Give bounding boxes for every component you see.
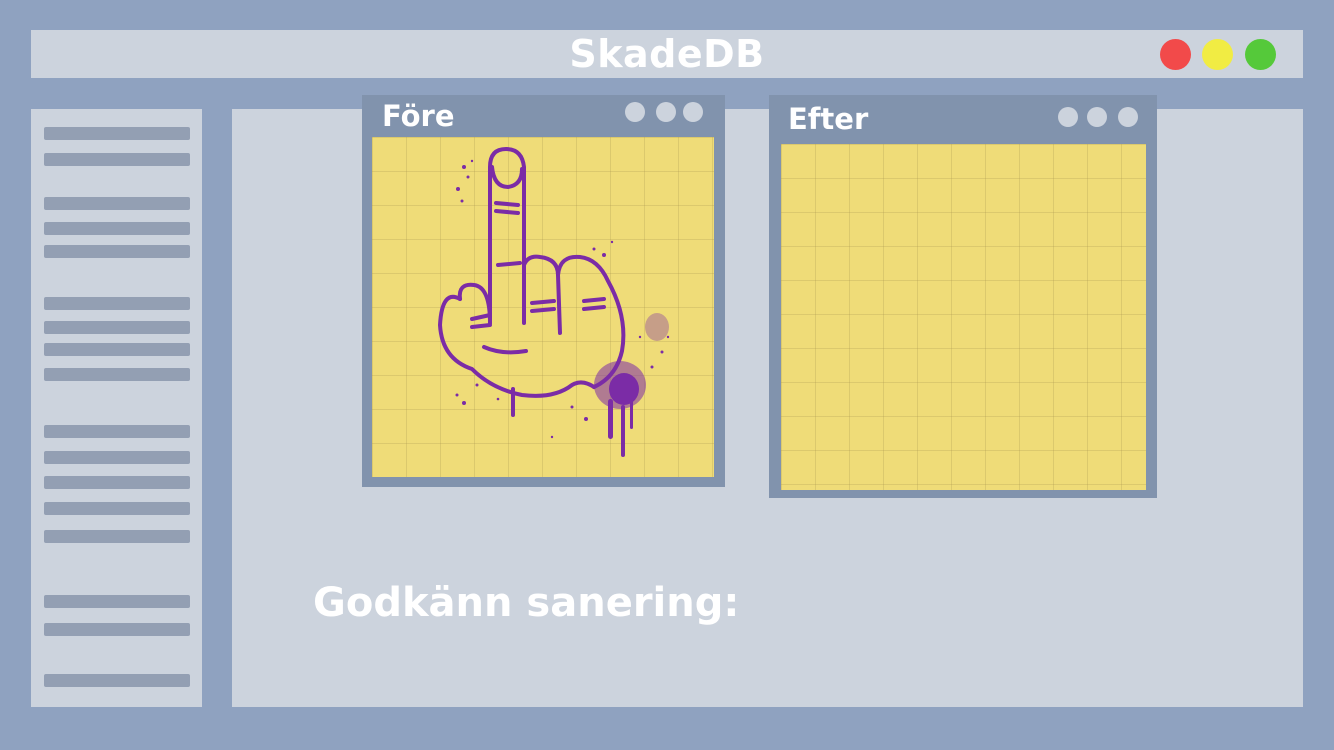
sidebar-placeholder-line[interactable] (44, 595, 190, 608)
approve-cleanup-label: Godkänn sanering: (313, 580, 740, 626)
sidebar-placeholder-line[interactable] (44, 245, 190, 258)
sidebar-placeholder-line[interactable] (44, 297, 190, 310)
panel-control-dot[interactable] (656, 102, 676, 122)
sidebar-placeholder-line[interactable] (44, 153, 190, 166)
sidebar-placeholder-line[interactable] (44, 502, 190, 515)
sidebar-placeholder-line[interactable] (44, 425, 190, 438)
graffiti-middle-finger-icon (438, 147, 670, 457)
close-window-button[interactable] (1160, 39, 1191, 70)
sidebar-placeholder-line[interactable] (44, 674, 190, 687)
sidebar-placeholder-line[interactable] (44, 476, 190, 489)
sidebar-placeholder-line[interactable] (44, 197, 190, 210)
maximize-window-button[interactable] (1245, 39, 1276, 70)
app-title: SkadeDB (569, 32, 765, 76)
sidebar-placeholder-line[interactable] (44, 127, 190, 140)
minimize-window-button[interactable] (1202, 39, 1233, 70)
sidebar (31, 109, 202, 707)
sidebar-placeholder-line[interactable] (44, 368, 190, 381)
sidebar-placeholder-line[interactable] (44, 222, 190, 235)
sidebar-placeholder-line[interactable] (44, 530, 190, 543)
sidebar-placeholder-line[interactable] (44, 321, 190, 334)
panel-control-dot[interactable] (1058, 107, 1078, 127)
sidebar-placeholder-line[interactable] (44, 451, 190, 464)
before-image (372, 137, 714, 477)
sidebar-placeholder-line[interactable] (44, 343, 190, 356)
after-panel-title: Efter (788, 102, 869, 136)
after-image (781, 144, 1146, 490)
before-panel-title: Före (382, 99, 455, 133)
title-bar: SkadeDB (31, 30, 1303, 78)
after-panel: Efter (769, 95, 1157, 498)
panel-control-dot[interactable] (683, 102, 703, 122)
before-panel: Före (362, 95, 725, 487)
sidebar-placeholder-line[interactable] (44, 623, 190, 636)
panel-control-dot[interactable] (625, 102, 645, 122)
panel-control-dot[interactable] (1118, 107, 1138, 127)
panel-control-dot[interactable] (1087, 107, 1107, 127)
